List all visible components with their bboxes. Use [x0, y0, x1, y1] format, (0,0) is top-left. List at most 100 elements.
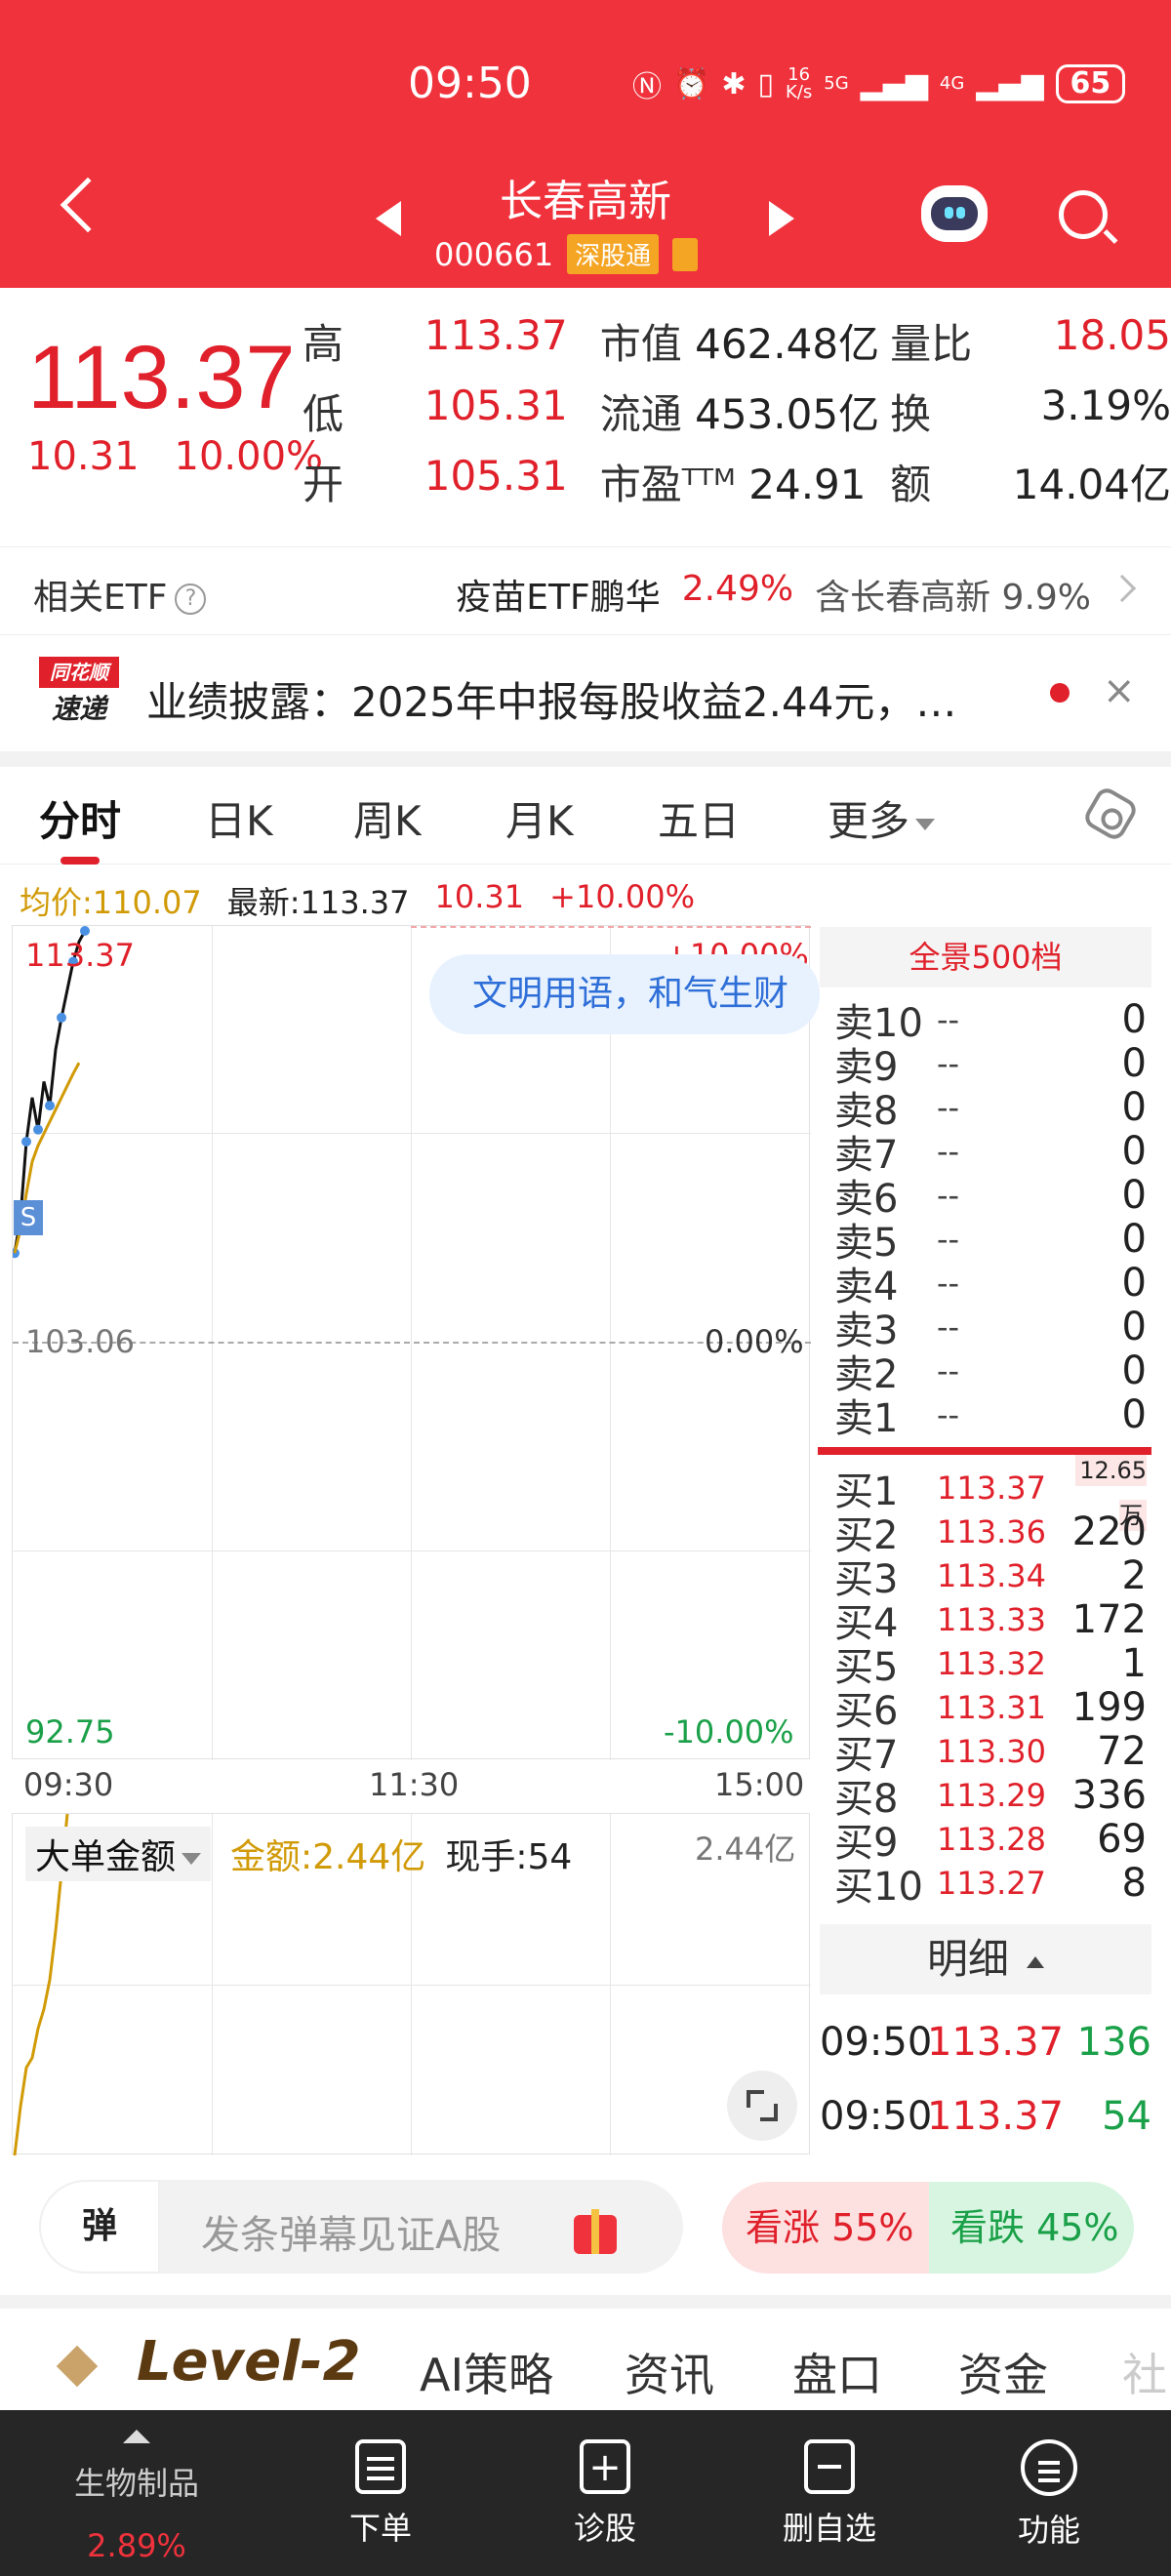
etf-name: 疫苗ETF鹏华	[456, 578, 661, 618]
tab-daily-k[interactable]: 日K	[205, 788, 273, 848]
close-icon[interactable]: ×	[1103, 668, 1136, 713]
margin-tag	[672, 237, 699, 271]
chevron-up-icon	[1027, 1955, 1044, 1968]
quote-label2: 量比	[890, 320, 973, 368]
danmaku-toggle[interactable]: 弹	[39, 2180, 160, 2274]
chart-legend: 均价:110.07 最新:113.37 10.31 +10.00%	[20, 878, 695, 923]
connect-tag: 深股通	[567, 234, 660, 274]
vibrate-icon: ▯	[757, 66, 775, 101]
level-price: 113.27	[937, 1864, 1046, 1902]
detail-header[interactable]: 明细	[820, 1924, 1151, 1994]
level-price: 113.37	[937, 1469, 1046, 1507]
news-logo: 同花顺 速递	[39, 657, 119, 729]
tab-five-day[interactable]: 五日	[658, 788, 740, 848]
order-icon	[355, 2439, 406, 2494]
level-volume: 199	[1071, 1684, 1147, 1730]
tab-level2[interactable]: Level-2	[137, 2330, 361, 2394]
level-price: --	[937, 1264, 960, 1302]
diagnose-icon	[580, 2439, 630, 2494]
tab-weekly-k[interactable]: 周K	[353, 788, 422, 848]
quote-label2: 换	[890, 390, 932, 438]
level-price: --	[937, 1176, 960, 1214]
level-volume: 0	[1121, 1391, 1147, 1437]
book-row[interactable]: 买10 113.27 8	[834, 1860, 1147, 1910]
ai-robot-icon[interactable]	[921, 185, 988, 242]
bear-vote-button[interactable]: 看跌 45%	[929, 2182, 1134, 2274]
stock-sub: 000661 深股通	[434, 234, 699, 274]
level-price: --	[937, 1351, 960, 1389]
volume-amount: 金额:2.44亿	[230, 1837, 426, 1877]
level-price: 113.36	[937, 1512, 1046, 1550]
trade-row: 09:50 113.37 136	[820, 2020, 1151, 2065]
quote-panel: 113.37 10.31 10.00% 高 113.37 市值 462.48亿 …	[0, 288, 1171, 537]
signal-4g: 4G	[939, 73, 965, 94]
level-price: --	[937, 1044, 960, 1082]
buy-book: 买1 113.37 12.65万 买2 113.36 220 买3 113.34 2 买4 113.…	[834, 1454, 1147, 1910]
bull-vote-button[interactable]: 看涨 55%	[722, 2182, 929, 2274]
battery-icon: 65	[1055, 64, 1126, 103]
book-header[interactable]: 全景500档	[820, 927, 1151, 987]
time-tick: 15:00	[714, 1766, 805, 1803]
news-banner[interactable]: 同花顺 速递 业绩披露：2025年中报每股收益2.44元，…	[0, 634, 1171, 751]
chart-chg-pct: +10.00%	[549, 878, 695, 915]
status-time: 09:50	[408, 59, 532, 108]
quote-label: 高	[303, 320, 344, 368]
news-text[interactable]: 业绩披露：2025年中报每股收益2.44元，…	[146, 669, 1005, 729]
caret-up-icon	[123, 2430, 150, 2443]
stock-code: 000661	[434, 235, 554, 273]
related-etf-row[interactable]: 相关ETF? 疫苗ETF鹏华 2.49% 含长春高新 9.9%	[0, 546, 1171, 634]
quote-value: 113.37	[424, 311, 568, 359]
quote-mid: 市值 462.48亿	[599, 320, 880, 368]
chevron-down-icon	[182, 1853, 202, 1865]
tab-order-book[interactable]: 盘口	[792, 2340, 882, 2404]
stock-name: 长春高新	[500, 177, 671, 226]
tab-news[interactable]: 资讯	[625, 2340, 714, 2404]
nav-functions[interactable]: 功能	[951, 2410, 1147, 2551]
tab-community[interactable]: 社	[1122, 2340, 1167, 2404]
volume-max: 2.44亿	[695, 1831, 796, 1868]
tab-intraday[interactable]: 分时	[39, 788, 121, 865]
axis-mid-pct: 0.00%	[705, 1323, 804, 1360]
level-volume: 0	[1121, 1216, 1147, 1262]
tab-ai-strategy[interactable]: AI策略	[420, 2340, 553, 2404]
change-amount: 10.31	[27, 434, 140, 479]
sector-info[interactable]: 生物制品 2.89%	[39, 2430, 234, 2564]
quote-value2: 14.04亿	[1012, 461, 1171, 508]
indicator-select[interactable]: 大单金额	[25, 1827, 212, 1881]
nav-order[interactable]: 下单	[283, 2410, 478, 2549]
level-volume: 0	[1121, 1304, 1147, 1349]
etf-contains: 含长春高新 9.9%	[815, 578, 1091, 618]
menu-icon	[1021, 2439, 1077, 2496]
tab-monthly-k[interactable]: 月K	[505, 788, 574, 848]
fullscreen-icon[interactable]	[727, 2071, 797, 2141]
sell-signal-badge[interactable]: S	[14, 1200, 43, 1235]
level-label: 买10	[834, 1864, 923, 1910]
unread-dot	[1050, 683, 1070, 703]
danmaku-placeholder: 发条弹幕见证A股	[201, 2213, 502, 2258]
level-price: 113.34	[937, 1556, 1046, 1594]
sector-pct: 2.89%	[87, 2527, 186, 2564]
quote-label: 开	[303, 461, 344, 508]
divider	[0, 2295, 1171, 2309]
chart-tabs: 分时 日K 周K 月K 五日 更多	[0, 767, 1171, 865]
tab-more[interactable]: 更多	[828, 788, 936, 848]
search-icon[interactable]	[1059, 190, 1108, 239]
nfc-icon: Ⓝ	[632, 70, 662, 104]
nav-diagnose[interactable]: 诊股	[507, 2410, 703, 2549]
level-volume: 0	[1121, 996, 1147, 1042]
level-volume: 8	[1121, 1860, 1147, 1906]
level-volume: 0	[1121, 1172, 1147, 1218]
trade-point	[45, 1101, 55, 1111]
price-change: 10.31 10.00%	[27, 434, 323, 479]
latest-price: 最新:113.37	[226, 884, 410, 921]
nav-remove-watchlist[interactable]: 删自选	[732, 2410, 927, 2549]
book-row[interactable]: 卖1 -- 0	[834, 1391, 1147, 1441]
tip-bubble[interactable]: 文明用语，和气生财	[429, 954, 820, 1034]
chevron-down-icon	[915, 818, 936, 830]
help-icon[interactable]: ?	[175, 584, 207, 615]
tab-funds[interactable]: 资金	[958, 2340, 1048, 2404]
level-price: 113.29	[937, 1776, 1046, 1814]
gift-icon[interactable]	[574, 2209, 617, 2254]
quote-label: 低	[303, 390, 344, 438]
level-volume: 72	[1097, 1728, 1147, 1774]
